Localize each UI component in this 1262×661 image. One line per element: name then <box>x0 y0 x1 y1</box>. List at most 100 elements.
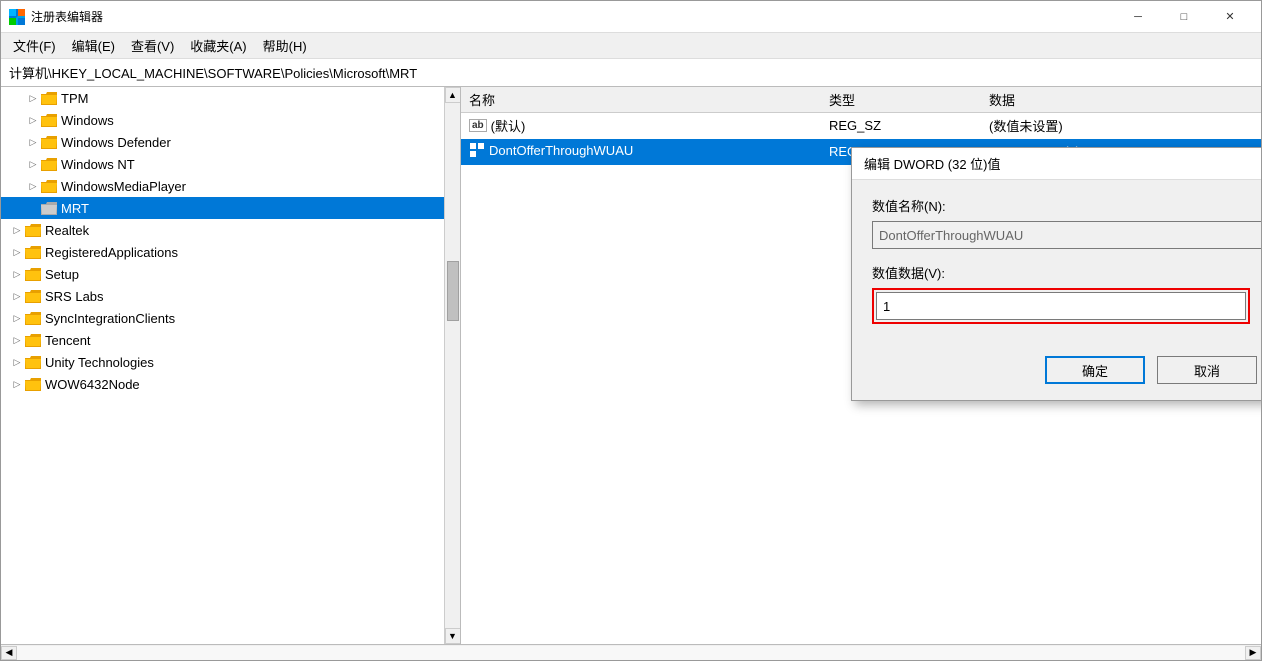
close-button[interactable]: ✕ <box>1207 1 1253 33</box>
folder-icon <box>41 90 57 106</box>
tree-item-sync[interactable]: ▷ SyncIntegrationClients <box>1 307 444 329</box>
folder-icon <box>41 156 57 172</box>
expand-icon <box>25 200 41 216</box>
value-label: 数值数据(V): <box>872 263 1250 282</box>
window-controls: ─ □ ✕ <box>1115 1 1253 33</box>
tree-scrollbar[interactable]: ▲ ▼ <box>444 87 460 644</box>
expand-icon: ▷ <box>9 266 25 282</box>
expand-icon: ▷ <box>9 222 25 238</box>
menu-file[interactable]: 文件(F) <box>5 34 64 57</box>
scroll-htrack <box>17 646 1245 660</box>
tree-label: WindowsMediaPlayer <box>61 179 186 194</box>
name-label: 数值名称(N): <box>872 196 1261 215</box>
ab-icon: ab <box>469 119 487 132</box>
tree-label: Tencent <box>45 333 91 348</box>
col-type: 类型 <box>821 87 981 113</box>
reg-type-default: REG_SZ <box>821 113 981 139</box>
folder-icon <box>25 244 41 260</box>
dialog-row: 数值数据(V): 基数 十六进制(H) <box>872 263 1261 336</box>
value-input[interactable] <box>876 292 1246 320</box>
dialog-body: 数值名称(N): 数值数据(V): 基数 <box>852 180 1261 400</box>
expand-icon: ▷ <box>9 244 25 260</box>
tree-label: SRS Labs <box>45 289 104 304</box>
menubar: 文件(F) 编辑(E) 查看(V) 收藏夹(A) 帮助(H) <box>1 33 1261 59</box>
folder-icon <box>25 310 41 326</box>
dialog-overlay: 编辑 DWORD (32 位)值 ✕ 数值名称(N): 数值数据(V): <box>461 87 1261 644</box>
tree-label: Realtek <box>45 223 89 238</box>
tree-item-srs[interactable]: ▷ SRS Labs <box>1 285 444 307</box>
folder-icon <box>41 112 57 128</box>
minimize-button[interactable]: ─ <box>1115 1 1161 33</box>
dialog-buttons: 确定 取消 <box>872 356 1261 384</box>
col-data: 数据 <box>981 87 1261 113</box>
addressbar: 计算机\HKEY_LOCAL_MACHINE\SOFTWARE\Policies… <box>1 59 1261 87</box>
expand-icon: ▷ <box>25 134 41 150</box>
maximize-button[interactable]: □ <box>1161 1 1207 33</box>
expand-icon: ▷ <box>9 288 25 304</box>
table-row[interactable]: ab (默认) REG_SZ (数值未设置) <box>461 113 1261 139</box>
menu-help[interactable]: 帮助(H) <box>255 34 315 57</box>
reg-dword-icon <box>469 142 485 158</box>
reg-data-default: (数值未设置) <box>981 113 1261 139</box>
tree-item-setup[interactable]: ▷ Setup <box>1 263 444 285</box>
folder-icon <box>25 288 41 304</box>
scroll-left-btn[interactable]: ◀ <box>1 646 17 660</box>
scroll-right-btn[interactable]: ▶ <box>1245 646 1261 660</box>
tree-label: Windows <box>61 113 114 128</box>
menu-favorites[interactable]: 收藏夹(A) <box>182 34 254 57</box>
tree-item-windows-defender[interactable]: ▷ Windows Defender <box>1 131 444 153</box>
scroll-thumb[interactable] <box>447 261 459 321</box>
address-path: 计算机\HKEY_LOCAL_MACHINE\SOFTWARE\Policies… <box>9 63 417 82</box>
menu-view[interactable]: 查看(V) <box>123 34 182 57</box>
tree-item-unity[interactable]: ▷ Unity Technologies <box>1 351 444 373</box>
reg-name-dword: DontOfferThroughWUAU <box>461 139 821 165</box>
tree-item-windows-nt[interactable]: ▷ Windows NT <box>1 153 444 175</box>
folder-icon <box>25 222 41 238</box>
tree-label: Windows NT <box>61 157 135 172</box>
tree-item-windows[interactable]: ▷ Windows <box>1 109 444 131</box>
edit-dword-dialog: 编辑 DWORD (32 位)值 ✕ 数值名称(N): 数值数据(V): <box>851 147 1261 401</box>
expand-icon: ▷ <box>25 90 41 106</box>
expand-icon: ▷ <box>9 310 25 326</box>
folder-icon <box>25 332 41 348</box>
registry-editor-window: 注册表编辑器 ─ □ ✕ 文件(F) 编辑(E) 查看(V) 收藏夹(A) 帮助… <box>0 0 1262 661</box>
tree-label: Unity Technologies <box>45 355 154 370</box>
expand-icon: ▷ <box>9 376 25 392</box>
folder-icon <box>41 200 57 216</box>
tree-item-realtek[interactable]: ▷ Realtek <box>1 219 444 241</box>
tree-label: RegisteredApplications <box>45 245 178 260</box>
expand-icon: ▷ <box>25 156 41 172</box>
scroll-up-btn[interactable]: ▲ <box>445 87 461 103</box>
app-icon <box>9 9 25 25</box>
expand-icon: ▷ <box>25 178 41 194</box>
expand-icon: ▷ <box>25 112 41 128</box>
col-name: 名称 <box>461 87 821 113</box>
tree-label: Windows Defender <box>61 135 171 150</box>
menu-edit[interactable]: 编辑(E) <box>64 34 123 57</box>
folder-icon <box>25 376 41 392</box>
scroll-track <box>445 103 460 628</box>
dialog-title: 编辑 DWORD (32 位)值 <box>864 154 1261 173</box>
tree-item-wow[interactable]: ▷ WOW6432Node <box>1 373 444 395</box>
tree-item-wmp[interactable]: ▷ WindowsMediaPlayer <box>1 175 444 197</box>
window-title: 注册表编辑器 <box>31 8 1115 25</box>
tree-item-mrt[interactable]: MRT <box>1 197 444 219</box>
right-panel: 名称 类型 数据 ab (默认) REG_SZ <box>461 87 1261 644</box>
tree-item-regapps[interactable]: ▷ RegisteredApplications <box>1 241 444 263</box>
bottom-scrollbar: ◀ ▶ <box>1 644 1261 660</box>
tree-label: Setup <box>45 267 79 282</box>
value-input-box <box>872 288 1250 324</box>
tree-item-tencent[interactable]: ▷ Tencent <box>1 329 444 351</box>
tree-label: TPM <box>61 91 88 106</box>
ok-button[interactable]: 确定 <box>1045 356 1145 384</box>
folder-icon <box>41 134 57 150</box>
name-input[interactable] <box>872 221 1261 249</box>
cancel-button[interactable]: 取消 <box>1157 356 1257 384</box>
tree-item-tpm[interactable]: ▷ TPM <box>1 87 444 109</box>
value-section: 数值数据(V): <box>872 263 1250 336</box>
expand-icon: ▷ <box>9 354 25 370</box>
tree-panel: ▷ TPM ▷ Windows ▷ Windows Defender <box>1 87 461 644</box>
scroll-down-btn[interactable]: ▼ <box>445 628 461 644</box>
tree-label: SyncIntegrationClients <box>45 311 175 326</box>
main-content: ▷ TPM ▷ Windows ▷ Windows Defender <box>1 87 1261 644</box>
